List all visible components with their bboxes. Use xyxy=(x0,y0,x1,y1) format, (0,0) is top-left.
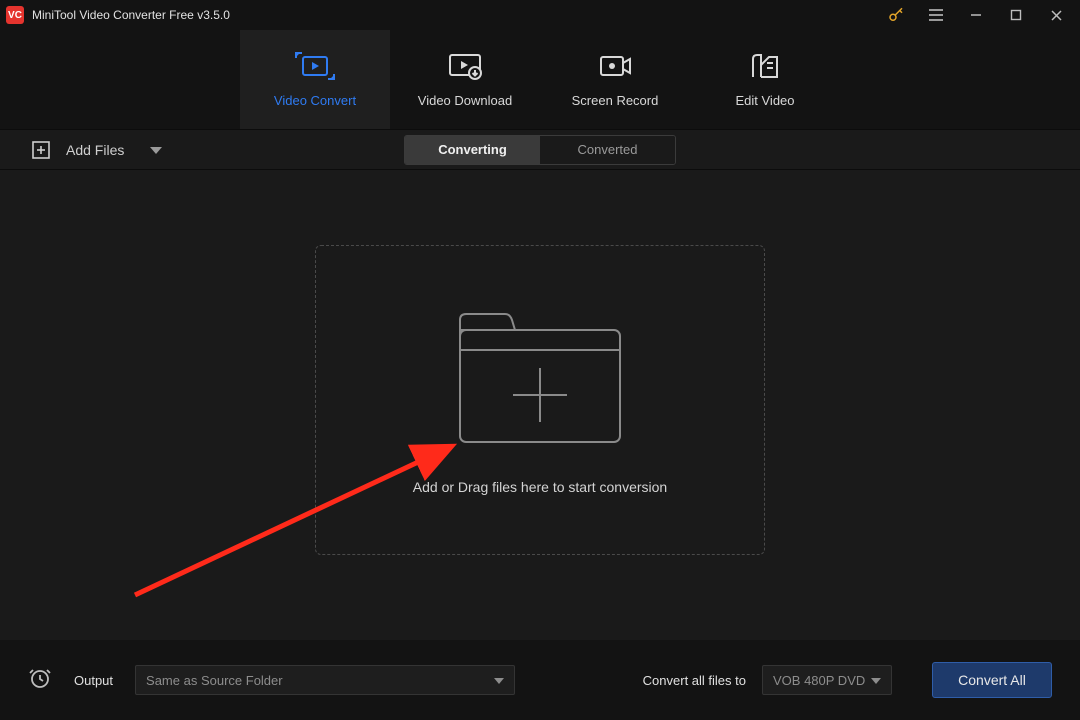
tab-screen-record[interactable]: Screen Record xyxy=(540,30,690,129)
video-download-icon xyxy=(445,51,485,81)
tab-video-download[interactable]: Video Download xyxy=(390,30,540,129)
maximize-button[interactable] xyxy=(996,0,1036,30)
convert-all-label: Convert all files to xyxy=(643,673,746,688)
tab-video-convert[interactable]: Video Convert xyxy=(240,30,390,129)
app-logo: VC xyxy=(6,6,24,24)
edit-video-icon xyxy=(747,51,783,81)
chevron-down-icon xyxy=(150,142,162,158)
drop-hint: Add or Drag files here to start conversi… xyxy=(413,479,667,495)
output-format-select[interactable]: VOB 480P DVD-V xyxy=(762,665,892,695)
screen-record-icon xyxy=(595,51,635,81)
tab-label: Video Convert xyxy=(274,93,356,108)
app-title: MiniTool Video Converter Free v3.5.0 xyxy=(32,8,230,22)
chevron-down-icon xyxy=(494,673,504,688)
output-folder-select[interactable]: Same as Source Folder xyxy=(135,665,515,695)
upgrade-key-icon[interactable] xyxy=(876,0,916,30)
output-folder-value: Same as Source Folder xyxy=(146,673,283,688)
close-button[interactable] xyxy=(1036,0,1076,30)
add-files-label: Add Files xyxy=(66,142,124,158)
folder-plus-icon xyxy=(450,306,630,451)
convert-all-button[interactable]: Convert All xyxy=(932,662,1052,698)
minimize-button[interactable] xyxy=(956,0,996,30)
conversion-state-tabs: Converting Converted xyxy=(404,135,676,165)
subtab-converting[interactable]: Converting xyxy=(405,136,540,164)
add-files-button[interactable]: Add Files xyxy=(0,130,178,169)
schedule-icon[interactable] xyxy=(28,666,52,695)
main-nav: Video Convert Video Download Screen Reco… xyxy=(0,30,1080,130)
menu-icon[interactable] xyxy=(916,0,956,30)
output-label: Output xyxy=(74,673,113,688)
add-file-icon xyxy=(30,139,52,161)
drop-zone[interactable]: Add or Drag files here to start conversi… xyxy=(315,245,765,555)
video-convert-icon xyxy=(295,51,335,81)
output-format-value: VOB 480P DVD-V xyxy=(773,673,865,688)
bottom-bar: Output Same as Source Folder Convert all… xyxy=(0,640,1080,720)
tab-edit-video[interactable]: Edit Video xyxy=(690,30,840,129)
toolbar: Add Files Converting Converted xyxy=(0,130,1080,170)
tab-label: Screen Record xyxy=(572,93,659,108)
main-area: Add or Drag files here to start conversi… xyxy=(0,170,1080,630)
subtab-converted[interactable]: Converted xyxy=(540,136,675,164)
tab-label: Video Download xyxy=(418,93,512,108)
tab-label: Edit Video xyxy=(735,93,794,108)
titlebar: VC MiniTool Video Converter Free v3.5.0 xyxy=(0,0,1080,30)
chevron-down-icon xyxy=(871,673,881,688)
